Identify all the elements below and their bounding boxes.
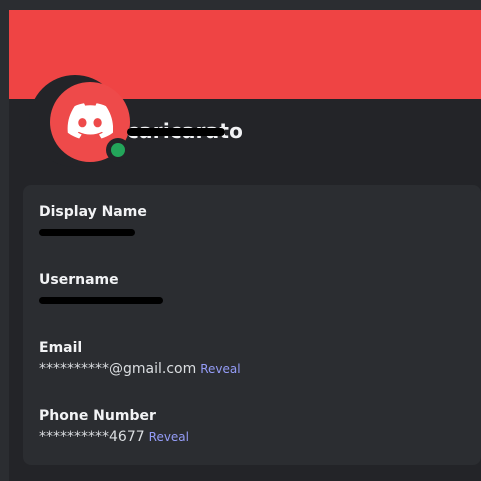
display-name-field: Display Name [39,203,469,242]
display-name-value [39,224,469,242]
user-profile-card: caricarato Display Name Username Email *… [9,10,481,481]
username-redaction-mark [127,128,225,136]
phone-value: **********4677 Reveal [39,428,469,446]
display-name-label: Display Name [39,204,147,220]
phone-text: **********4677 [39,429,145,445]
email-reveal-link[interactable]: Reveal [200,362,240,376]
username-value [39,292,469,310]
avatar[interactable] [50,82,130,162]
phone-field: Phone Number **********4677 Reveal [39,407,469,446]
email-text: **********@gmail.com [39,361,197,377]
window-left-strip [0,0,9,481]
account-info-panel: Display Name Username Email **********@g… [23,185,481,465]
username-label: Username [39,272,119,288]
email-label: Email [39,340,83,356]
email-value: **********@gmail.com Reveal [39,360,469,378]
display-name-redaction-mark [39,229,135,236]
username-field: Username [39,271,469,310]
avatar-ring [29,75,130,167]
username-redaction-mark [39,297,163,304]
phone-label: Phone Number [39,408,156,424]
discord-logo-icon [67,103,113,139]
online-status-icon [111,143,125,157]
email-field: Email **********@gmail.com Reveal [39,339,469,378]
phone-reveal-link[interactable]: Reveal [149,430,189,444]
window-top-strip [0,0,481,10]
